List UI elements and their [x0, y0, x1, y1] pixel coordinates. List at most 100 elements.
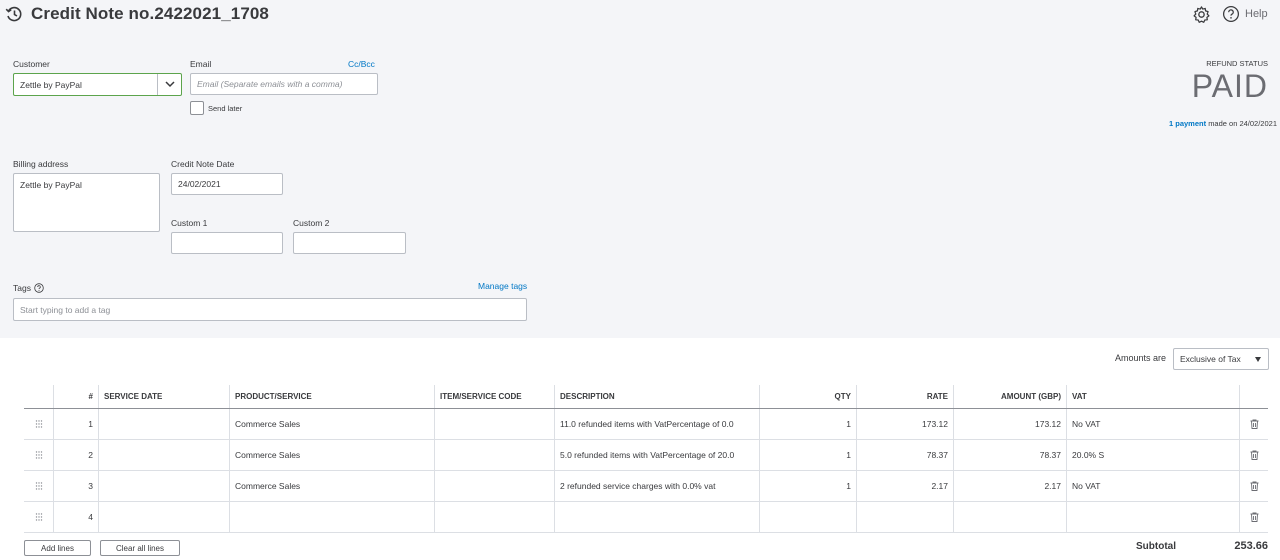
header-drag	[24, 385, 54, 408]
header-service-date: SERVICE DATE	[99, 385, 230, 408]
delete-row-button[interactable]	[1240, 440, 1268, 470]
customer-label: Customer	[13, 59, 50, 69]
billing-address-label: Billing address	[13, 159, 69, 169]
amounts-are-select[interactable]: Exclusive of Tax	[1173, 348, 1269, 370]
chevron-down-icon[interactable]	[157, 74, 181, 95]
cell-description[interactable]: 2 refunded service charges with 0.0% vat	[555, 471, 760, 501]
cell-service-date[interactable]	[99, 471, 230, 501]
tags-placeholder: Start typing to add a tag	[20, 304, 111, 315]
email-label: Email	[190, 59, 212, 69]
cell-amount[interactable]: 2.17	[954, 471, 1067, 501]
gear-icon[interactable]	[1192, 5, 1211, 24]
cell-qty[interactable]: 1	[760, 409, 857, 439]
cell-description[interactable]: 11.0 refunded items with VatPercentage o…	[555, 409, 760, 439]
drag-handle[interactable]	[24, 409, 54, 439]
drag-handle[interactable]	[24, 471, 54, 501]
cell-item-code[interactable]	[435, 502, 555, 532]
custom2-field[interactable]	[293, 232, 406, 254]
add-lines-button[interactable]: Add lines	[24, 540, 91, 556]
cell-product[interactable]: Commerce Sales	[230, 409, 435, 439]
table-row[interactable]: 4	[24, 502, 1268, 533]
billing-address-field[interactable]: Zettle by PayPal	[13, 173, 160, 232]
credit-note-date-value: 24/02/2021	[178, 179, 221, 189]
cell-num[interactable]: 4	[54, 502, 99, 532]
cell-rate[interactable]: 2.17	[857, 471, 954, 501]
manage-tags-link[interactable]: Manage tags	[478, 281, 527, 291]
tags-input[interactable]: Start typing to add a tag	[13, 298, 527, 321]
cell-amount[interactable]	[954, 502, 1067, 532]
cell-qty[interactable]: 1	[760, 471, 857, 501]
subtotal-label: Subtotal	[1136, 541, 1176, 552]
cell-vat[interactable]	[1067, 502, 1240, 532]
cell-qty[interactable]	[760, 502, 857, 532]
drag-handle-icon	[35, 420, 42, 428]
history-icon[interactable]	[4, 4, 24, 24]
cell-product[interactable]: Commerce Sales	[230, 440, 435, 470]
custom2-label: Custom 2	[293, 218, 330, 228]
cell-service-date[interactable]	[99, 409, 230, 439]
table-row[interactable]: 2 Commerce Sales 5.0 refunded items with V…	[24, 440, 1268, 471]
table-row[interactable]: 3 Commerce Sales 2 refunded service charge…	[24, 471, 1268, 502]
table-header: # SERVICE DATE PRODUCT/SERVICE ITEM/SERV…	[24, 385, 1268, 409]
help-icon[interactable]	[34, 283, 45, 293]
trash-icon	[1250, 419, 1258, 429]
refund-status-label: REFUND STATUS	[1206, 59, 1268, 68]
subtotal-value: 253.66	[1234, 540, 1268, 552]
header-product: PRODUCT/SERVICE	[230, 385, 435, 408]
line-items-table: # SERVICE DATE PRODUCT/SERVICE ITEM/SERV…	[24, 385, 1268, 533]
tags-label-group: Tags	[13, 283, 45, 293]
delete-row-button[interactable]	[1240, 409, 1268, 439]
drag-handle[interactable]	[24, 440, 54, 470]
help-icon[interactable]	[1222, 5, 1240, 23]
cell-num[interactable]: 1	[54, 409, 99, 439]
cell-amount[interactable]: 173.12	[954, 409, 1067, 439]
send-later-checkbox[interactable]	[190, 101, 204, 115]
cell-item-code[interactable]	[435, 471, 555, 501]
cell-rate[interactable]: 78.37	[857, 440, 954, 470]
drag-handle-icon	[35, 513, 42, 521]
credit-note-date-label: Credit Note Date	[171, 159, 235, 169]
delete-row-button[interactable]	[1240, 502, 1268, 532]
delete-row-button[interactable]	[1240, 471, 1268, 501]
cell-rate[interactable]	[857, 502, 954, 532]
cell-item-code[interactable]	[435, 409, 555, 439]
credit-note-date-field[interactable]: 24/02/2021	[171, 173, 283, 195]
cell-vat[interactable]: No VAT	[1067, 471, 1240, 501]
cell-vat[interactable]: No VAT	[1067, 409, 1240, 439]
cell-product[interactable]	[230, 502, 435, 532]
cell-service-date[interactable]	[99, 440, 230, 470]
header-description: DESCRIPTION	[555, 385, 760, 408]
cc-bcc-link[interactable]: Cc/Bcc	[348, 59, 375, 69]
amounts-are-label: Amounts are	[1115, 353, 1167, 363]
cell-description[interactable]	[555, 502, 760, 532]
payment-info: 1 payment made on 24/02/2021	[1169, 119, 1277, 128]
cell-product[interactable]: Commerce Sales	[230, 471, 435, 501]
trash-icon	[1250, 481, 1258, 491]
customer-select[interactable]: Zettle by PayPal	[13, 73, 182, 96]
cell-service-date[interactable]	[99, 502, 230, 532]
drag-handle-icon	[35, 451, 42, 459]
email-field[interactable]: Email (Separate emails with a comma)	[190, 73, 378, 95]
cell-item-code[interactable]	[435, 440, 555, 470]
cell-amount[interactable]: 78.37	[954, 440, 1067, 470]
cell-qty[interactable]: 1	[760, 440, 857, 470]
payment-link[interactable]: 1 payment	[1169, 119, 1206, 128]
trash-icon	[1250, 512, 1258, 522]
custom1-field[interactable]	[171, 232, 283, 254]
cell-description[interactable]: 5.0 refunded items with VatPercentage of…	[555, 440, 760, 470]
table-row[interactable]: 1 Commerce Sales 11.0 refunded items with …	[24, 409, 1268, 440]
drag-handle[interactable]	[24, 502, 54, 532]
help-label[interactable]: Help	[1245, 8, 1268, 20]
cell-num[interactable]: 2	[54, 440, 99, 470]
header-vat: VAT	[1067, 385, 1240, 408]
cell-num[interactable]: 3	[54, 471, 99, 501]
refund-status-value: PAID	[1191, 68, 1268, 104]
caret-down-icon	[1255, 357, 1261, 362]
header-delete	[1240, 385, 1268, 408]
clear-all-lines-button[interactable]: Clear all lines	[100, 540, 180, 556]
header-num: #	[54, 385, 99, 408]
amounts-are-value: Exclusive of Tax	[1180, 354, 1241, 364]
cell-rate[interactable]: 173.12	[857, 409, 954, 439]
cell-vat[interactable]: 20.0% S	[1067, 440, 1240, 470]
drag-handle-icon	[35, 482, 42, 490]
